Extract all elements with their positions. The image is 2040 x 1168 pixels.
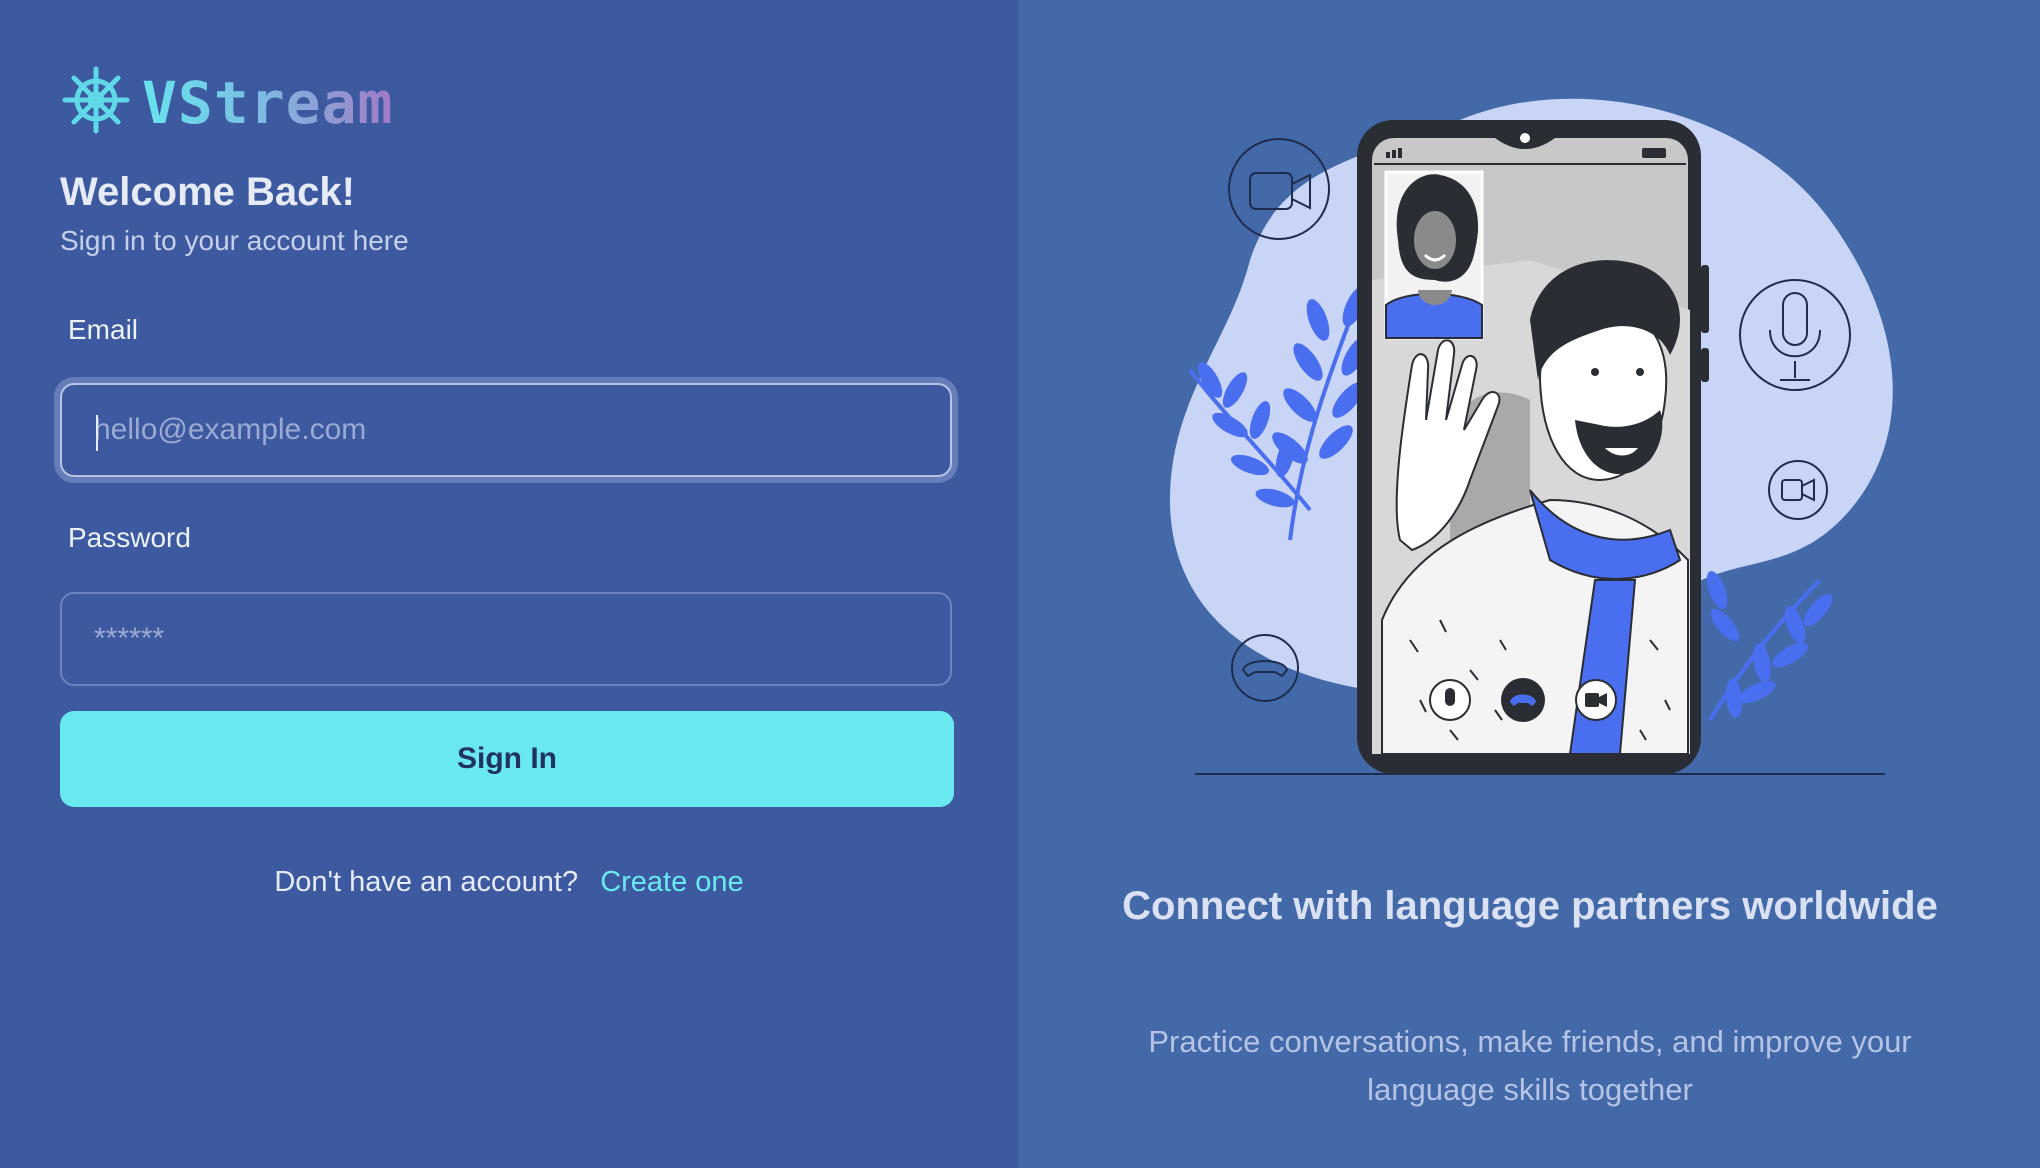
password-input[interactable] <box>62 594 950 684</box>
ship-wheel-icon <box>62 66 130 139</box>
login-panel: VStream Welcome Back! Sign in to your ac… <box>0 0 1018 1168</box>
email-label: Email <box>68 314 139 345</box>
sign-in-button[interactable]: Sign In <box>60 711 954 807</box>
password-label: Password <box>68 522 191 553</box>
email-field-wrapper <box>60 383 952 477</box>
signup-prompt-text: Don't have an account? <box>274 866 579 898</box>
create-account-link[interactable]: Create one <box>600 866 744 898</box>
signup-prompt-row: Don't have an account? Create one <box>0 866 1018 899</box>
call-controls <box>1429 678 1617 722</box>
text-caret <box>96 415 98 451</box>
leaves-right-icon <box>1706 571 1833 722</box>
smartphone-illustration <box>1357 120 1709 774</box>
promo-description: Practice conversations, make friends, an… <box>1148 1024 1912 1107</box>
brand-name: VStream <box>142 68 394 137</box>
video-call-illustration <box>1170 98 1893 775</box>
brand[interactable]: VStream <box>62 66 393 139</box>
page-title: Welcome Back! <box>60 170 355 214</box>
page-subtitle: Sign in to your account here <box>60 225 409 256</box>
promo-headline: Connect with language partners worldwide <box>1122 884 1938 928</box>
email-input[interactable] <box>62 385 950 475</box>
password-field-wrapper <box>60 592 952 686</box>
